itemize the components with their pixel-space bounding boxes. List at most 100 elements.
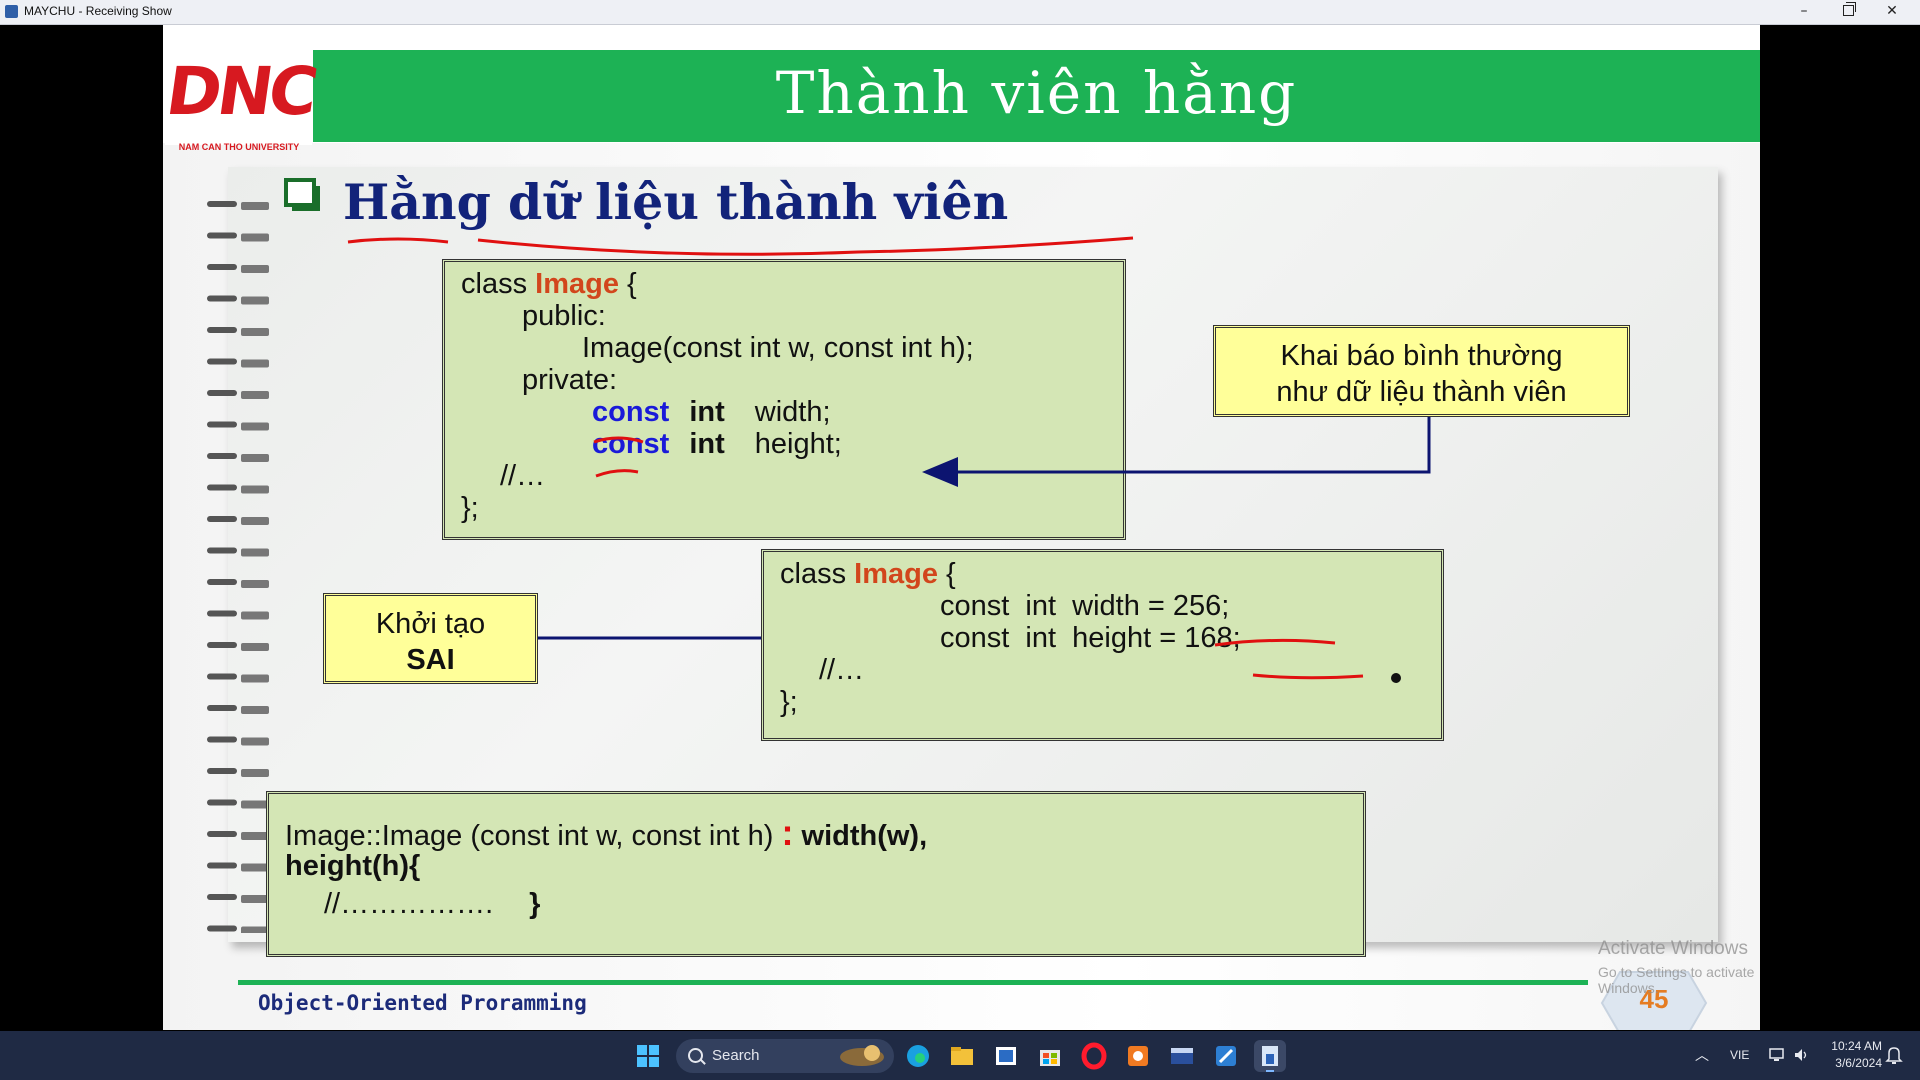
code-line: class Image { bbox=[461, 268, 637, 300]
input-language[interactable]: VIE bbox=[1730, 1048, 1749, 1062]
spiral-ring bbox=[207, 484, 237, 491]
close-button[interactable]: ✕ bbox=[1870, 0, 1914, 24]
restore-button[interactable] bbox=[1826, 0, 1870, 24]
spiral-hole bbox=[241, 580, 269, 588]
minimize-button[interactable]: – bbox=[1782, 0, 1826, 24]
spiral-hole bbox=[241, 863, 269, 872]
code-line: private: bbox=[522, 364, 618, 396]
checkbox-bullet-icon bbox=[284, 178, 320, 211]
code-line: //…………….} bbox=[324, 888, 541, 920]
spiral-ring bbox=[207, 421, 237, 428]
clock-time[interactable]: 10:24 AM bbox=[1826, 1039, 1882, 1053]
spiral-ring bbox=[207, 453, 237, 459]
spiral-hole bbox=[241, 832, 269, 840]
spiral-hole bbox=[241, 328, 269, 336]
store-icon[interactable] bbox=[1034, 1040, 1066, 1072]
spiral-hole bbox=[241, 548, 269, 557]
opera-browser-icon[interactable] bbox=[1078, 1040, 1110, 1072]
spiral-hole bbox=[241, 895, 269, 903]
code-line: const int height = 168; bbox=[940, 622, 1241, 654]
spiral-ring bbox=[207, 673, 237, 680]
slide: Thành viên hằng DNC NAM CAN THO UNIVERSI… bbox=[163, 25, 1760, 1030]
remote-app-icon[interactable] bbox=[990, 1040, 1022, 1072]
spiral-hole bbox=[241, 454, 269, 462]
code-box-wrong-init: class Image { const int width = 256; con… bbox=[761, 549, 1444, 741]
spiral-hole bbox=[241, 202, 269, 210]
search-label: Search bbox=[712, 1047, 760, 1064]
spiral-ring bbox=[207, 894, 237, 900]
spiral-ring bbox=[207, 295, 237, 302]
window-title: MAYCHU - Receiving Show bbox=[24, 4, 172, 18]
code-line: //… bbox=[500, 460, 546, 492]
taskbar-search[interactable]: Search bbox=[676, 1039, 894, 1073]
code-line: }; bbox=[461, 492, 479, 524]
code-box-declaration: class Image { public: Image(const int w,… bbox=[442, 259, 1126, 540]
logo-subtitle: NAM CAN THO UNIVERSITY bbox=[178, 142, 300, 152]
volume-icon[interactable] bbox=[1792, 1046, 1810, 1064]
spiral-ring bbox=[207, 579, 237, 585]
edge-browser-icon[interactable] bbox=[902, 1040, 934, 1072]
activation-watermark-title: Activate Windows bbox=[1598, 938, 1748, 959]
code-line: }; bbox=[780, 686, 798, 718]
search-icon bbox=[688, 1048, 703, 1063]
code-line: height(h){ bbox=[285, 850, 421, 882]
spiral-hole bbox=[241, 422, 269, 431]
university-logo: DNC bbox=[163, 52, 319, 145]
spiral-ring bbox=[207, 831, 237, 837]
spiral-ring bbox=[207, 736, 237, 743]
code-line: const int width = 256; bbox=[940, 590, 1230, 622]
spiral-hole bbox=[241, 643, 269, 651]
spiral-hole bbox=[241, 233, 269, 242]
tray-overflow-chevron-icon[interactable]: ︿ bbox=[1695, 1045, 1709, 1065]
spiral-hole bbox=[241, 737, 269, 746]
network-icon[interactable] bbox=[1768, 1046, 1786, 1064]
activation-watermark-subtitle: Go to Settings to activate Windows. bbox=[1598, 964, 1755, 996]
spiral-ring bbox=[207, 232, 237, 239]
code-line: const int height; bbox=[592, 428, 842, 460]
code-line: Image::Image (const int w, const int h) … bbox=[285, 812, 928, 853]
spiral-ring bbox=[207, 610, 237, 617]
spiral-ring bbox=[207, 201, 237, 207]
spiral-hole bbox=[241, 926, 269, 933]
orange-app-icon[interactable] bbox=[1122, 1040, 1154, 1072]
callout-wrong-init: Khởi tạo SAI bbox=[323, 593, 538, 684]
taskbar: Search ︿ VIE 10:24 AM 3/6/2024 bbox=[0, 1031, 1920, 1080]
spiral-ring bbox=[207, 264, 237, 270]
spiral-hole bbox=[241, 485, 269, 494]
spiral-hole bbox=[241, 265, 269, 273]
notification-bell-icon[interactable] bbox=[1885, 1045, 1903, 1065]
receiving-show-app-icon[interactable] bbox=[1254, 1040, 1286, 1072]
spiral-hole bbox=[241, 769, 269, 777]
spiral-hole bbox=[241, 706, 269, 714]
app-icon bbox=[5, 5, 18, 18]
windows-start-icon[interactable] bbox=[632, 1040, 664, 1072]
spiral-ring bbox=[207, 547, 237, 554]
spiral-hole bbox=[241, 296, 269, 305]
restore-icon bbox=[1842, 2, 1856, 16]
spiral-ring bbox=[207, 862, 237, 869]
code-line: const int width; bbox=[592, 396, 831, 428]
course-footer: Object-Oriented Proramming bbox=[258, 991, 587, 1015]
clock-date[interactable]: 3/6/2024 bbox=[1826, 1056, 1882, 1070]
callout-line: SAI bbox=[406, 644, 455, 676]
callout-line: như dữ liệu thành viên bbox=[1276, 376, 1567, 408]
code-box-initializer-list: Image::Image (const int w, const int h) … bbox=[266, 791, 1366, 957]
spiral-ring bbox=[207, 390, 237, 396]
spiral-hole bbox=[241, 674, 269, 683]
callout-normal-declaration: Khai báo bình thường như dữ liệu thành v… bbox=[1213, 325, 1630, 417]
spiral-hole bbox=[241, 517, 269, 525]
spiral-ring bbox=[207, 516, 237, 522]
callout-line: Khai báo bình thường bbox=[1280, 340, 1563, 372]
section-heading: Hằng dữ liệu thành viên bbox=[343, 173, 1009, 231]
search-highlight-icon bbox=[840, 1045, 884, 1066]
dev-cpp-icon[interactable] bbox=[1166, 1040, 1198, 1072]
file-explorer-icon[interactable] bbox=[946, 1040, 978, 1072]
code-line: class Image { bbox=[780, 558, 956, 590]
footer-rule bbox=[238, 980, 1588, 985]
slide-title: Thành viên hằng bbox=[775, 59, 1298, 127]
spiral-ring bbox=[207, 925, 237, 932]
spiral-ring bbox=[207, 642, 237, 648]
spiral-hole bbox=[241, 359, 269, 368]
paint-app-icon[interactable] bbox=[1210, 1040, 1242, 1072]
callout-line: Khởi tạo bbox=[375, 608, 486, 640]
